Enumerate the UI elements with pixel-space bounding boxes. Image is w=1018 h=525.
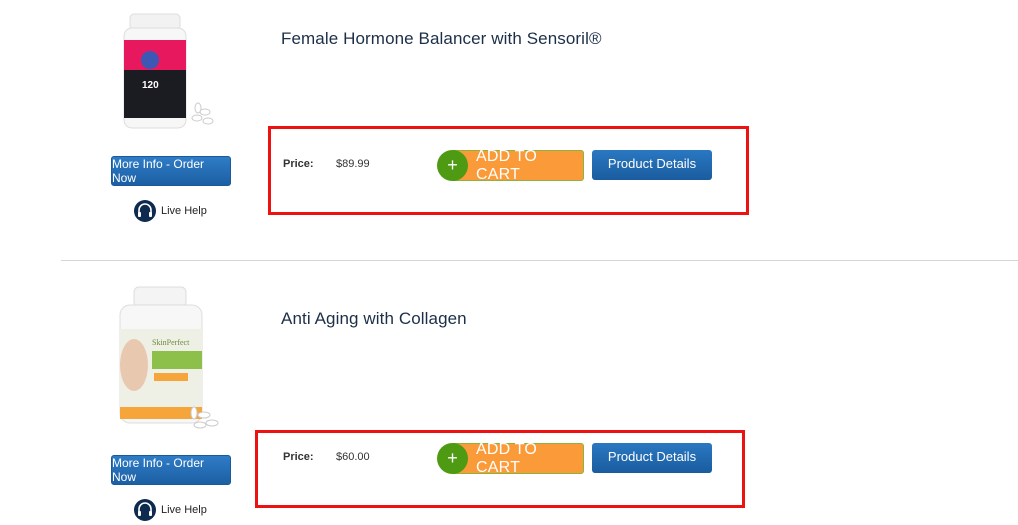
live-help-label: Live Help (161, 504, 207, 516)
product-details-button[interactable]: Product Details (592, 443, 712, 473)
plus-icon: + (437, 443, 468, 474)
product-card-anti-aging: SkinPerfect More Info - Order Now Live H… (0, 261, 1018, 525)
add-to-cart-label: ADD TO CART (476, 440, 538, 476)
product-title[interactable]: Female Hormone Balancer with Sensoril® (281, 29, 602, 49)
live-help-link[interactable]: Live Help (133, 199, 207, 223)
price-value: $89.99 (336, 158, 370, 170)
price-value: $60.00 (336, 451, 370, 463)
plus-icon: + (437, 150, 468, 181)
headset-icon (134, 200, 156, 222)
product-title[interactable]: Anti Aging with Collagen (281, 309, 467, 329)
product-image-bottle[interactable]: 120 (112, 10, 232, 140)
price-label: Price: (283, 451, 314, 463)
image-capsule-count: 120 (142, 80, 159, 91)
headset-icon (134, 499, 156, 521)
live-help-link[interactable]: Live Help (133, 498, 207, 522)
add-to-cart-button[interactable]: + ADD TO CART (437, 147, 584, 183)
product-details-button[interactable]: Product Details (592, 150, 712, 180)
add-to-cart-label: ADD TO CART (476, 147, 538, 183)
product-image-bottle[interactable]: SkinPerfect (108, 283, 228, 443)
live-help-label: Live Help (161, 205, 207, 217)
more-info-order-now-button[interactable]: More Info - Order Now (111, 455, 231, 485)
price-label: Price: (283, 158, 314, 170)
add-to-cart-button[interactable]: + ADD TO CART (437, 440, 584, 476)
more-info-order-now-button[interactable]: More Info - Order Now (111, 156, 231, 186)
product-card-female-hormone: 120 More Info - Order Now Live Help Fema… (0, 0, 1018, 260)
image-brand: SkinPerfect (152, 338, 190, 347)
